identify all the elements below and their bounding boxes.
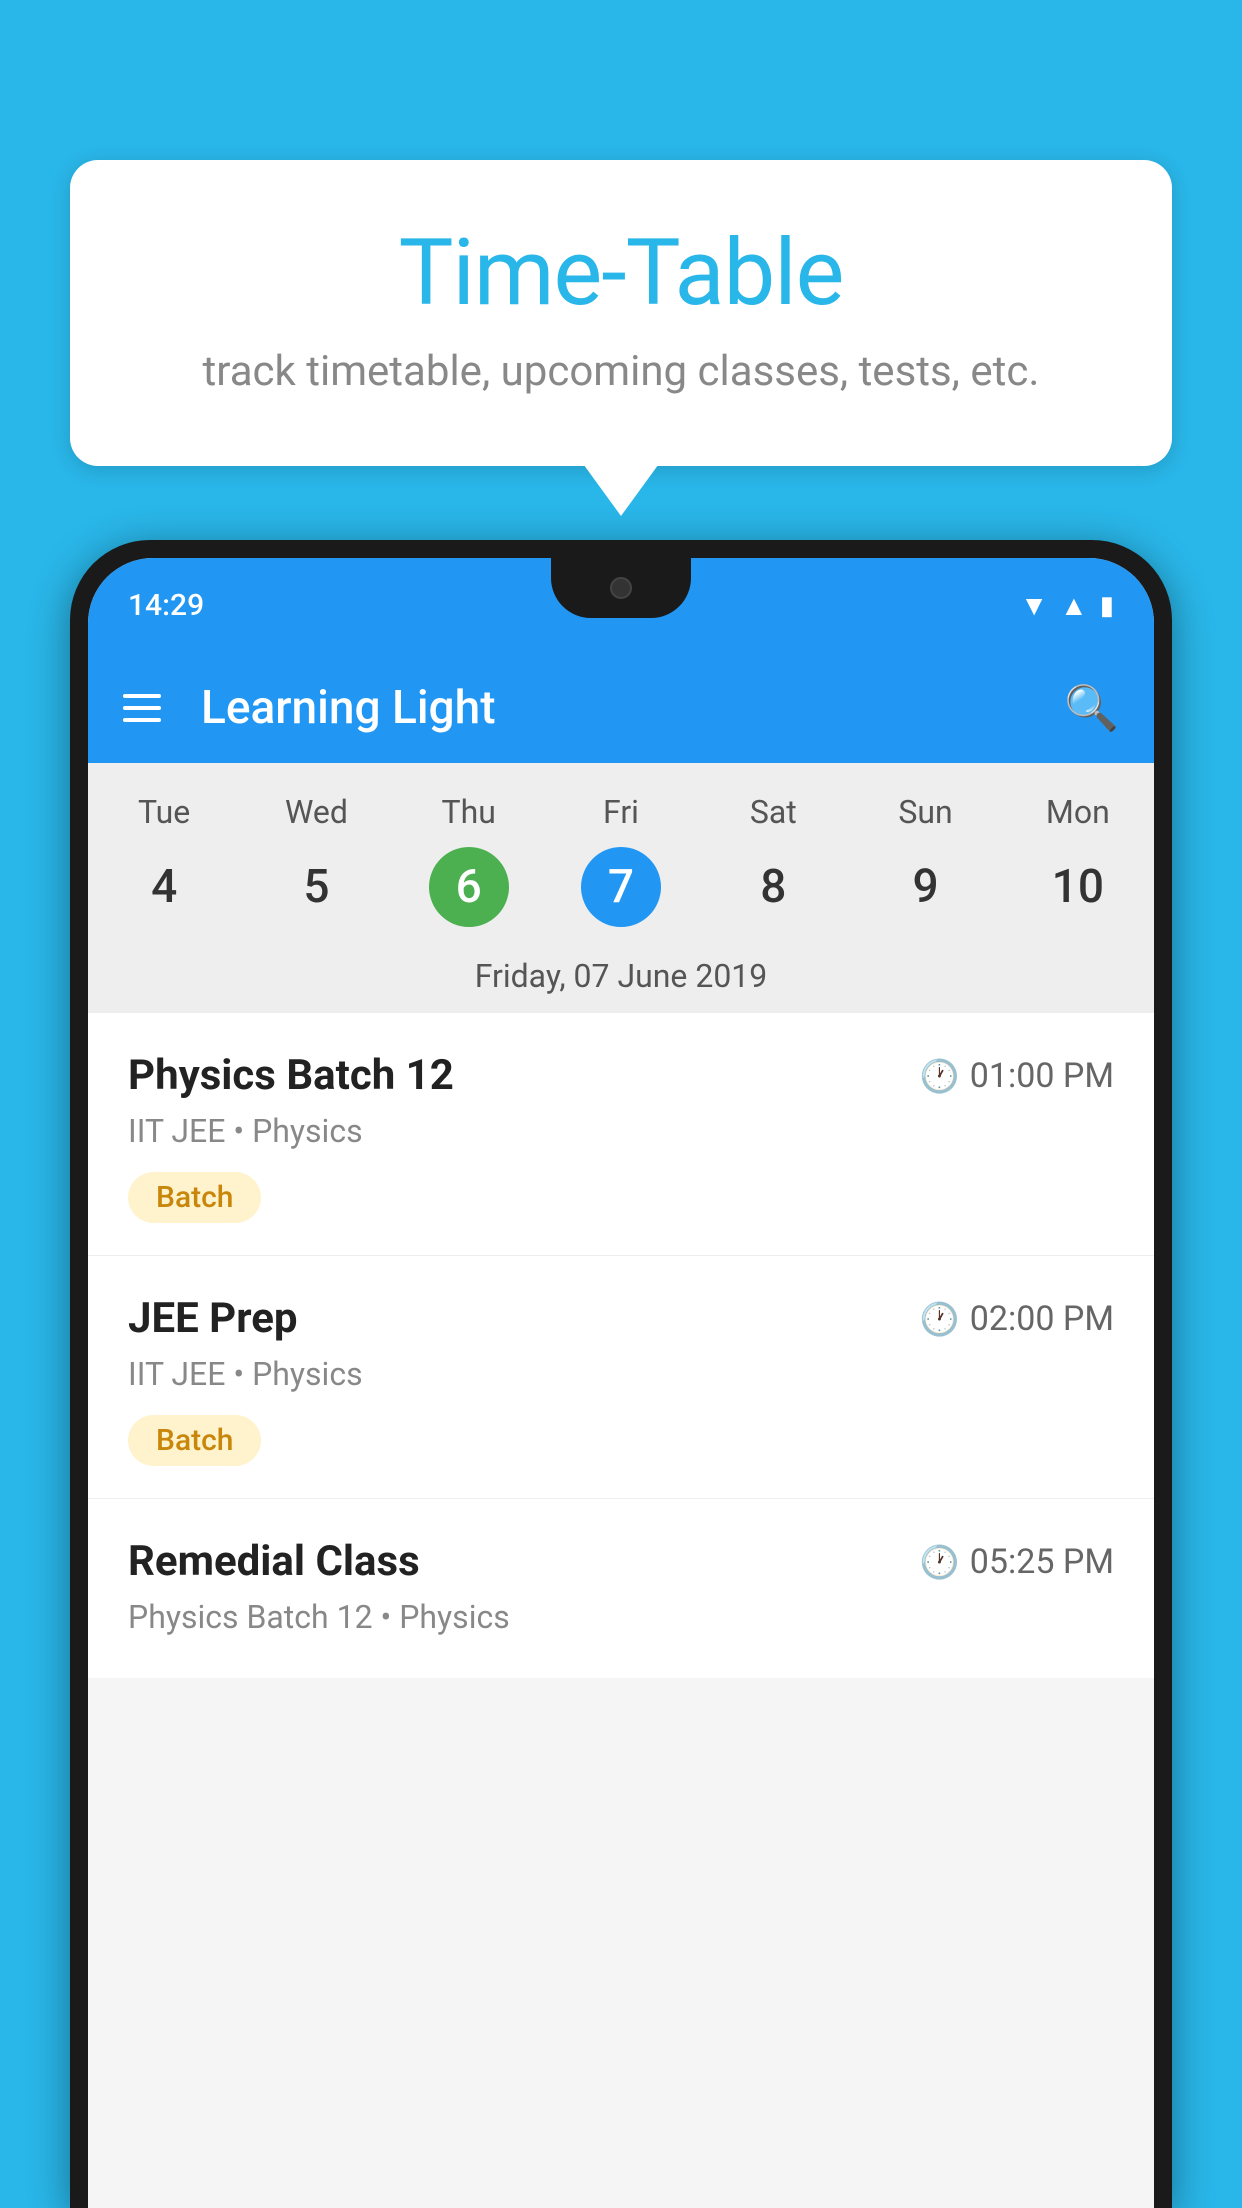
phone-screen: 14:29 ▼ ▲ ▮ Learning Light 🔍 Tu — [88, 558, 1154, 2208]
schedule-item[interactable]: Physics Batch 12 🕐 01:00 PM IIT JEE • Physi… — [88, 1013, 1154, 1256]
day-name-tue: Tue — [88, 793, 240, 831]
day-name-sun: Sun — [849, 793, 1001, 831]
batch-badge: Batch — [128, 1172, 261, 1223]
day-col-wed[interactable]: Wed 5 — [240, 793, 392, 927]
phone-frame: 14:29 ▼ ▲ ▮ Learning Light 🔍 Tu — [70, 540, 1172, 2208]
app-title: Learning Light — [201, 681, 1034, 735]
day-col-sat[interactable]: Sat 8 — [697, 793, 849, 927]
selected-date-label: Friday, 07 June 2019 — [88, 937, 1154, 1013]
bubble-subtitle: track timetable, upcoming classes, tests… — [150, 347, 1092, 396]
clock-icon: 🕐 — [920, 1543, 960, 1581]
schedule-item-header: Remedial Class 🕐 05:25 PM — [128, 1537, 1114, 1586]
schedule-title: Remedial Class — [128, 1537, 420, 1586]
schedule-item[interactable]: JEE Prep 🕐 02:00 PM IIT JEE • Physics Batch — [88, 1256, 1154, 1499]
day-num-sun[interactable]: 9 — [886, 847, 966, 927]
day-name-fri: Fri — [545, 793, 697, 831]
time-text: 01:00 PM — [970, 1056, 1114, 1096]
notch — [551, 558, 691, 618]
day-col-thu[interactable]: Thu 6 — [393, 793, 545, 927]
batch-badge: Batch — [128, 1415, 261, 1466]
menu-icon[interactable] — [123, 694, 161, 722]
status-time: 14:29 — [128, 588, 204, 623]
day-num-tue[interactable]: 4 — [124, 847, 204, 927]
calendar-section: Tue 4 Wed 5 Thu 6 Fri 7 Sat 8 Sun 9 Mon 10 Friday, 07… — [88, 763, 1154, 1013]
schedule-title: JEE Prep — [128, 1294, 298, 1343]
schedule-item[interactable]: Remedial Class 🕐 05:25 PM Physics Batch 12 … — [88, 1499, 1154, 1678]
battery-icon: ▮ — [1100, 591, 1114, 621]
day-num-mon[interactable]: 10 — [1038, 847, 1118, 927]
day-num-wed[interactable]: 5 — [276, 847, 356, 927]
schedule-title: Physics Batch 12 — [128, 1051, 454, 1100]
day-col-fri[interactable]: Fri 7 — [545, 793, 697, 927]
search-icon[interactable]: 🔍 — [1064, 682, 1119, 734]
status-bar: 14:29 ▼ ▲ ▮ — [88, 558, 1154, 653]
day-col-sun[interactable]: Sun 9 — [849, 793, 1001, 927]
schedule-time: 🕐 05:25 PM — [920, 1542, 1114, 1582]
day-col-tue[interactable]: Tue 4 — [88, 793, 240, 927]
clock-icon: 🕐 — [920, 1300, 960, 1338]
schedule-subject: IIT JEE • Physics — [128, 1355, 1114, 1393]
schedule-subject: IIT JEE • Physics — [128, 1112, 1114, 1150]
speech-bubble: Time-Table track timetable, upcoming cla… — [70, 160, 1172, 466]
day-num-sat[interactable]: 8 — [733, 847, 813, 927]
status-icons: ▼ ▲ ▮ — [1020, 589, 1114, 622]
schedule-item-header: JEE Prep 🕐 02:00 PM — [128, 1294, 1114, 1343]
schedule-list: Physics Batch 12 🕐 01:00 PM IIT JEE • Physi… — [88, 1013, 1154, 1678]
days-row: Tue 4 Wed 5 Thu 6 Fri 7 Sat 8 Sun 9 Mon 10 — [88, 763, 1154, 937]
day-col-mon[interactable]: Mon 10 — [1002, 793, 1154, 927]
app-bar: Learning Light 🔍 — [88, 653, 1154, 763]
day-name-mon: Mon — [1002, 793, 1154, 831]
wifi-icon: ▼ — [1020, 589, 1048, 622]
schedule-time: 🕐 02:00 PM — [920, 1299, 1114, 1339]
schedule-time: 🕐 01:00 PM — [920, 1056, 1114, 1096]
camera — [610, 577, 632, 599]
day-num-fri[interactable]: 7 — [581, 847, 661, 927]
time-text: 05:25 PM — [970, 1542, 1114, 1582]
bubble-title: Time-Table — [150, 220, 1092, 327]
clock-icon: 🕐 — [920, 1057, 960, 1095]
day-num-thu[interactable]: 6 — [429, 847, 509, 927]
schedule-item-header: Physics Batch 12 🕐 01:00 PM — [128, 1051, 1114, 1100]
day-name-sat: Sat — [697, 793, 849, 831]
signal-icon: ▲ — [1060, 589, 1088, 622]
schedule-subject: Physics Batch 12 • Physics — [128, 1598, 1114, 1636]
day-name-wed: Wed — [240, 793, 392, 831]
time-text: 02:00 PM — [970, 1299, 1114, 1339]
day-name-thu: Thu — [393, 793, 545, 831]
